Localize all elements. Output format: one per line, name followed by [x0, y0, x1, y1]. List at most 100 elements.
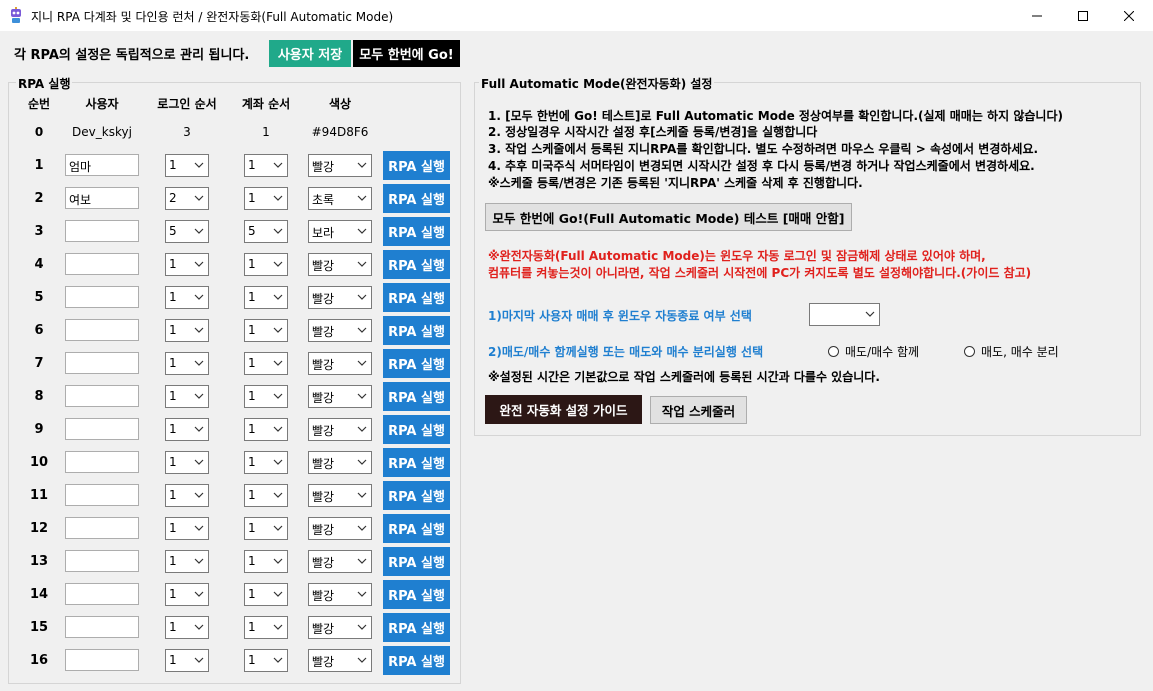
user-name-input[interactable] [65, 319, 139, 341]
login-order-select[interactable]: 1 [165, 286, 209, 309]
account-order-select[interactable]: 1 [244, 319, 288, 342]
maximize-button[interactable] [1060, 0, 1106, 31]
color-select[interactable]: 보라 [308, 220, 372, 243]
color-select[interactable]: 빨강 [308, 649, 372, 672]
account-order-select[interactable]: 5 [244, 220, 288, 243]
account-order-select[interactable]: 1 [244, 385, 288, 408]
user-name-input[interactable]: 여보 [65, 187, 139, 209]
login-order-select[interactable]: 1 [165, 154, 209, 177]
login-order-select[interactable]: 1 [165, 649, 209, 672]
rpa-run-button[interactable]: RPA 실행 [383, 217, 450, 246]
account-order-select[interactable]: 1 [244, 550, 288, 573]
login-order-select[interactable]: 1 [165, 583, 209, 606]
login-order-select[interactable]: 1 [165, 484, 209, 507]
color-select[interactable]: 빨강 [308, 616, 372, 639]
shutdown-select[interactable] [809, 303, 880, 326]
color-select[interactable]: 빨강 [308, 517, 372, 540]
rpa-run-button[interactable]: RPA 실행 [383, 283, 450, 312]
user-name-input[interactable]: 엄마 [65, 154, 139, 176]
color-select[interactable]: 빨강 [308, 418, 372, 441]
login-order-select[interactable]: 1 [165, 253, 209, 276]
color-select[interactable]: 빨강 [308, 583, 372, 606]
account-order-select[interactable]: 1 [244, 253, 288, 276]
login-order-select[interactable]: 1 [165, 616, 209, 639]
account-order-select[interactable]: 1 [244, 352, 288, 375]
color-select[interactable]: 빨강 [308, 550, 372, 573]
login-order-select[interactable]: 1 [165, 418, 209, 441]
rpa-run-button[interactable]: RPA 실행 [383, 349, 450, 378]
user-name-input[interactable] [65, 220, 139, 242]
color-select[interactable]: 초록 [308, 187, 372, 210]
account-order-value: 1 [248, 554, 256, 568]
rpa-run-button[interactable]: RPA 실행 [383, 415, 450, 444]
rpa-run-button[interactable]: RPA 실행 [383, 184, 450, 213]
login-order-select[interactable]: 1 [165, 451, 209, 474]
account-order-select[interactable]: 1 [244, 418, 288, 441]
chevron-down-icon [194, 492, 204, 498]
account-order-select[interactable]: 1 [244, 583, 288, 606]
color-select[interactable]: 빨강 [308, 484, 372, 507]
login-order-select[interactable]: 1 [165, 385, 209, 408]
user-name-input[interactable] [65, 286, 139, 308]
account-order-select[interactable]: 1 [244, 154, 288, 177]
rpa-run-group-title: RPA 실행 [16, 75, 73, 92]
rpa-run-button[interactable]: RPA 실행 [383, 646, 450, 675]
color-select[interactable]: 빨강 [308, 352, 372, 375]
user-name-input[interactable] [65, 583, 139, 605]
rpa-run-button[interactable]: RPA 실행 [383, 316, 450, 345]
color-select[interactable]: 빨강 [308, 286, 372, 309]
color-select[interactable]: 빨강 [308, 319, 372, 342]
account-order-select[interactable]: 1 [244, 484, 288, 507]
rpa-run-button[interactable]: RPA 실행 [383, 382, 450, 411]
account-order-select[interactable]: 1 [244, 649, 288, 672]
user-name-input[interactable] [65, 550, 139, 572]
go-all-button[interactable]: 모두 한번에 Go! [353, 40, 460, 67]
rpa-run-button[interactable]: RPA 실행 [383, 481, 450, 510]
color-value: 빨강 [312, 655, 335, 669]
user-name-input[interactable] [65, 517, 139, 539]
login-order-select[interactable]: 2 [165, 187, 209, 210]
account-order-select[interactable]: 1 [244, 517, 288, 540]
rpa-run-button[interactable]: RPA 실행 [383, 448, 450, 477]
login-order-select[interactable]: 1 [165, 319, 209, 342]
chevron-down-icon [194, 261, 204, 267]
user-name-input[interactable] [65, 385, 139, 407]
user-name-input[interactable] [65, 451, 139, 473]
color-select[interactable]: 빨강 [308, 253, 372, 276]
account-order-select[interactable]: 1 [244, 451, 288, 474]
login-order-select[interactable]: 5 [165, 220, 209, 243]
rpa-run-button[interactable]: RPA 실행 [383, 580, 450, 609]
login-order-value: 1 [169, 158, 177, 172]
login-order-select[interactable]: 1 [165, 352, 209, 375]
user-name-input[interactable] [65, 253, 139, 275]
account-order-select[interactable]: 1 [244, 187, 288, 210]
radio-buy-sell-together[interactable]: 매도/매수 함께 [828, 343, 919, 360]
radio-buy-sell-separate[interactable]: 매도, 매수 분리 [964, 343, 1059, 360]
rpa-run-button[interactable]: RPA 실행 [383, 151, 450, 180]
minimize-button[interactable] [1014, 0, 1060, 31]
user-name-input[interactable] [65, 649, 139, 671]
full-auto-guide-button[interactable]: 완전 자동화 설정 가이드 [485, 395, 642, 424]
color-select[interactable]: 빨강 [308, 385, 372, 408]
close-button[interactable] [1106, 0, 1152, 31]
color-value: 초록 [312, 193, 335, 207]
chevron-down-icon [194, 591, 204, 597]
go-all-test-button[interactable]: 모두 한번에 Go!(Full Automatic Mode) 테스트 [매매 … [485, 203, 852, 231]
task-scheduler-button[interactable]: 작업 스케줄러 [650, 396, 747, 424]
user-name-input[interactable] [65, 484, 139, 506]
color-select[interactable]: 빨강 [308, 154, 372, 177]
login-order-select[interactable]: 1 [165, 550, 209, 573]
color-select[interactable]: 빨강 [308, 451, 372, 474]
rpa-run-button[interactable]: RPA 실행 [383, 613, 450, 642]
login-order-select[interactable]: 1 [165, 517, 209, 540]
save-user-button[interactable]: 사용자 저장 [269, 40, 351, 67]
rpa-run-button[interactable]: RPA 실행 [383, 514, 450, 543]
radio-label: 매도/매수 함께 [845, 345, 920, 359]
user-name-input[interactable] [65, 352, 139, 374]
account-order-select[interactable]: 1 [244, 286, 288, 309]
user-name-input[interactable] [65, 616, 139, 638]
rpa-run-button[interactable]: RPA 실행 [383, 547, 450, 576]
account-order-select[interactable]: 1 [244, 616, 288, 639]
user-name-input[interactable] [65, 418, 139, 440]
rpa-run-button[interactable]: RPA 실행 [383, 250, 450, 279]
